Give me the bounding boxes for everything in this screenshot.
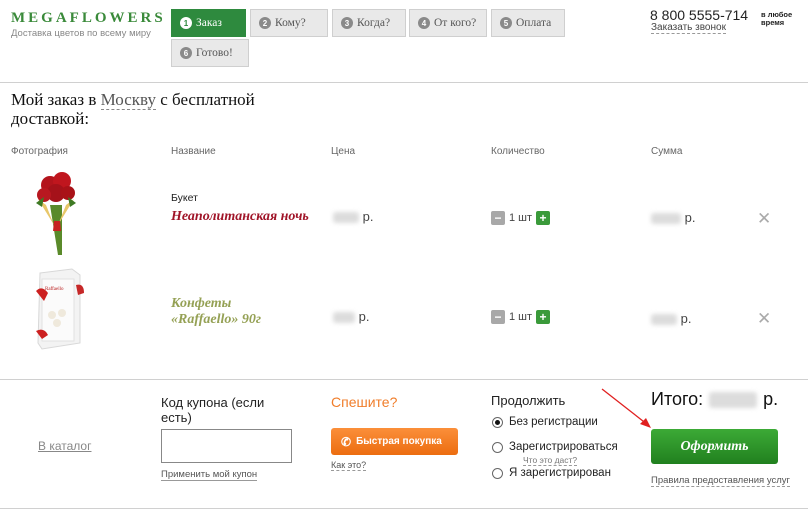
sum-redacted [651, 314, 677, 326]
column-header-photo: Фотография [11, 146, 68, 157]
logo-name: MEGAFLOWERS [11, 10, 166, 26]
what-is-link[interactable]: Что это даст? [523, 456, 578, 466]
price-cell: р. [333, 309, 369, 324]
phone-icon: ✆ [341, 434, 352, 449]
divider [0, 379, 808, 380]
svg-text:Raffaello: Raffaello [45, 287, 64, 292]
close-icon[interactable]: ✕ [757, 309, 771, 329]
checkout-button[interactable]: Оформить [651, 429, 778, 464]
price-unit: р. [362, 209, 374, 224]
radio-button[interactable] [492, 416, 503, 428]
radio-registered[interactable]: Я зарегистрирован [492, 467, 611, 479]
column-header-sum: Сумма [651, 146, 683, 157]
plus-icon[interactable]: + [536, 310, 551, 324]
quantity-value: 1 шт [509, 212, 533, 224]
product-name[interactable]: Неаполитанская ночь [171, 209, 321, 225]
price-redacted [333, 312, 355, 324]
sum-redacted [651, 213, 681, 225]
page-title: Мой заказ в Москву с бесплатной доставко… [11, 90, 311, 128]
price-redacted [333, 212, 359, 224]
sum-unit: р. [684, 210, 696, 225]
coupon-label: Код купона (если есть) [161, 395, 265, 425]
sum-unit: р. [680, 311, 692, 326]
rules-link-text: Правила предоставления услуг [651, 475, 790, 487]
phone-number: 8 800 5555-714 [650, 7, 749, 23]
sum-cell: р. [651, 210, 695, 225]
minus-icon[interactable]: − [491, 211, 505, 225]
quick-buy-label: Быстрая покупка [356, 436, 442, 447]
quantity-stepper: − 1 шт + [491, 310, 551, 324]
product-name[interactable]: Конфеты «Raffaello» 90г [171, 296, 281, 328]
step-label: Кому? [275, 17, 306, 29]
anytime-badge: в любое время [761, 10, 793, 27]
product-category: Букет [171, 192, 198, 204]
hurry-label: Спешите? [331, 394, 398, 410]
catalog-link[interactable]: В каталог [38, 439, 91, 453]
step-from[interactable]: 4 От кого? [409, 9, 487, 37]
step-number: 2 [259, 17, 271, 29]
step-payment[interactable]: 5 Оплата [491, 9, 565, 37]
price-cell: р. [333, 209, 373, 224]
radio-label: Зарегистрироваться [509, 441, 618, 453]
minus-icon[interactable]: − [491, 310, 505, 324]
divider [0, 82, 808, 83]
step-order[interactable]: 1 Заказ [171, 9, 246, 37]
column-header-quantity: Количество [491, 146, 545, 157]
step-label: Оплата [516, 17, 552, 29]
callback-link[interactable]: Заказать звонок [651, 22, 726, 34]
order-total: Итого: р. [651, 389, 778, 410]
price-unit: р. [358, 309, 370, 324]
quantity-value: 1 шт [509, 311, 533, 323]
logo[interactable]: MEGAFLOWERS Доставка цветов по всему мир… [11, 10, 166, 39]
title-before: Мой заказ в [11, 90, 101, 109]
step-number: 3 [341, 17, 353, 29]
coupon-input[interactable] [161, 429, 292, 463]
radio-label: Без регистрации [509, 416, 598, 428]
rules-link[interactable]: Правила предоставления услуг [651, 475, 791, 487]
apply-coupon-link[interactable]: Применить мой купон [161, 470, 258, 481]
radio-button[interactable] [492, 441, 503, 453]
continue-label: Продолжить [491, 393, 566, 408]
how-link[interactable]: Как это? [331, 460, 367, 471]
radio-label: Я зарегистрирован [509, 467, 611, 479]
step-label: Заказ [196, 17, 222, 29]
divider [0, 508, 808, 509]
step-number: 1 [180, 17, 192, 29]
step-recipient[interactable]: 2 Кому? [250, 9, 328, 37]
total-redacted [709, 391, 758, 408]
total-unit: р. [763, 389, 779, 409]
step-label: Когда? [357, 17, 391, 29]
sum-cell: р. [651, 311, 691, 326]
quantity-stepper: − 1 шт + [491, 211, 551, 225]
candy-photo[interactable]: Raffaello [32, 265, 88, 355]
radio-register[interactable]: Зарегистрироваться [492, 441, 618, 453]
arrow-annotation [601, 388, 651, 428]
step-done[interactable]: 6 Готово! [171, 39, 249, 67]
logo-tagline: Доставка цветов по всему миру [11, 28, 151, 39]
total-label: Итого: [651, 389, 704, 409]
column-header-price: Цена [331, 146, 356, 157]
radio-selected-dot [495, 419, 500, 425]
step-label: Готово! [196, 47, 233, 59]
quick-buy-button[interactable]: ✆ Быстрая покупка [331, 428, 458, 455]
step-number: 4 [418, 17, 430, 29]
bouquet-photo[interactable] [28, 165, 84, 261]
step-number: 5 [500, 17, 512, 29]
radio-no-registration[interactable]: Без регистрации [492, 416, 598, 428]
column-header-name: Название [171, 146, 216, 157]
close-icon[interactable]: ✕ [757, 209, 771, 229]
step-when[interactable]: 3 Когда? [332, 9, 406, 37]
plus-icon[interactable]: + [536, 211, 551, 225]
step-label: От кого? [434, 17, 477, 29]
radio-button[interactable] [492, 467, 503, 479]
step-number: 6 [180, 47, 192, 59]
city-selector[interactable]: Москву [100, 90, 156, 110]
